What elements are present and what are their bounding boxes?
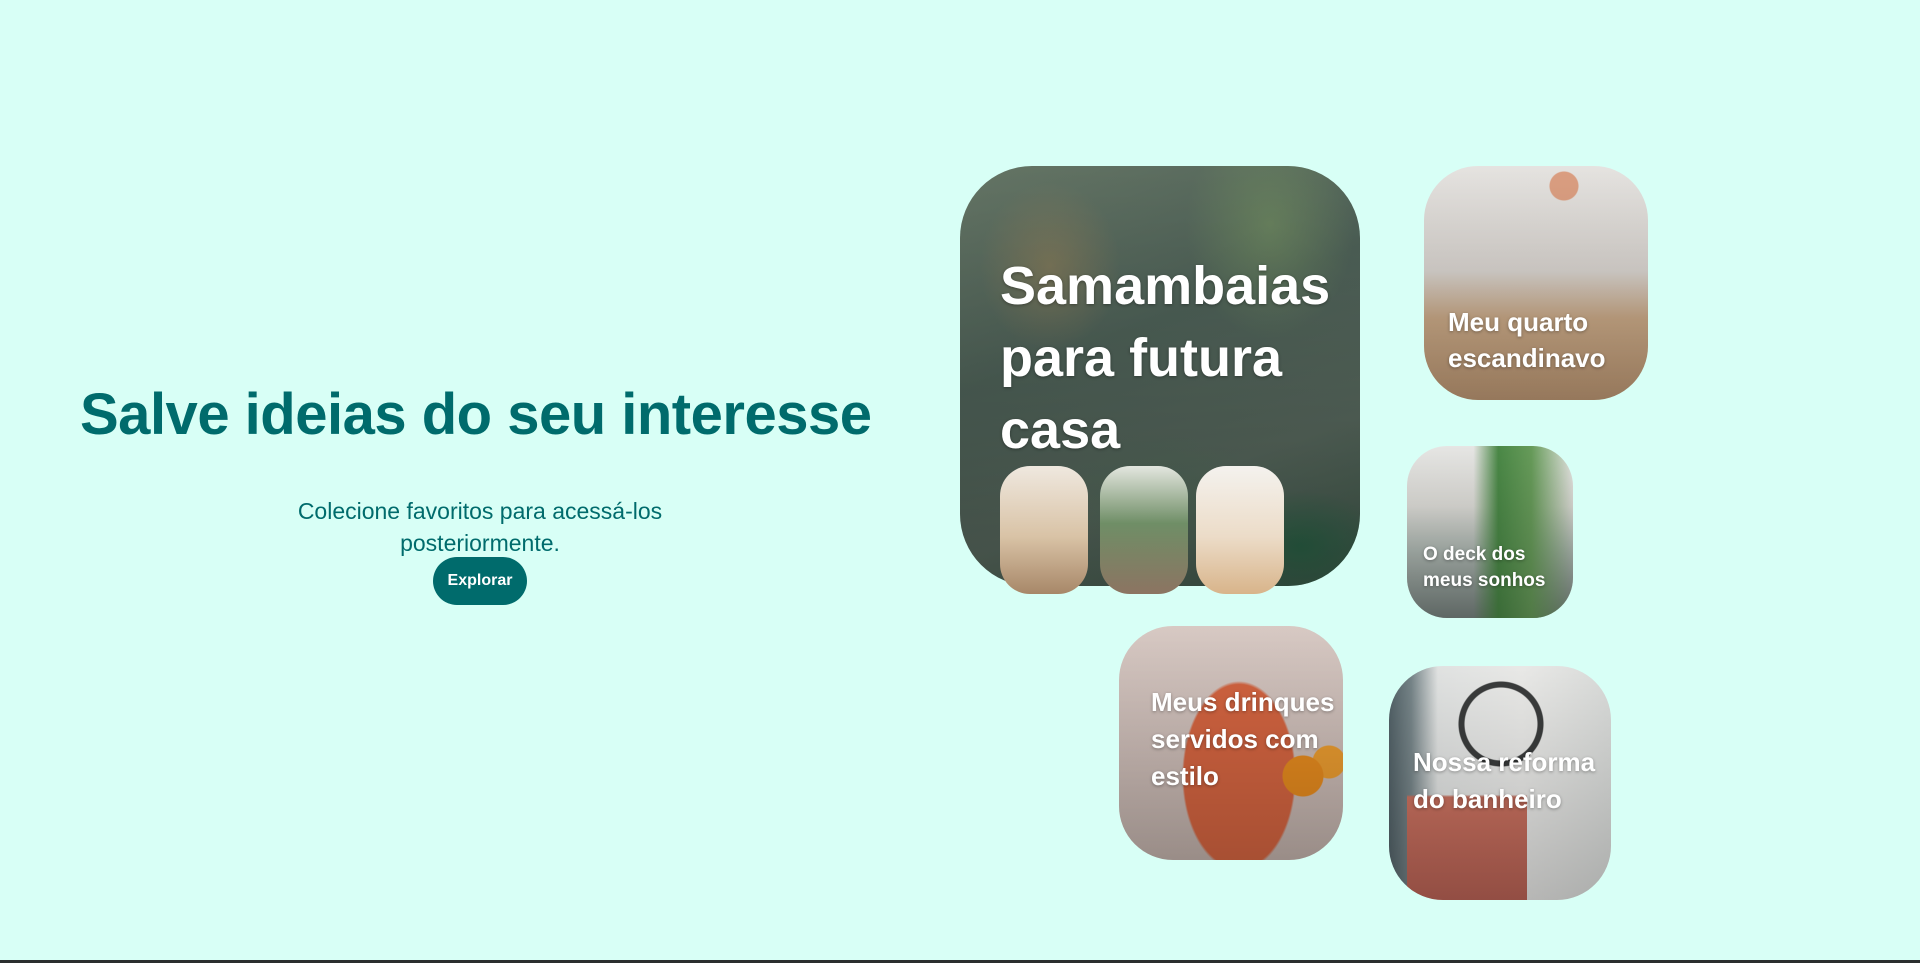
board-thumbnail-image[interactable]: [1196, 466, 1284, 594]
board-title: O deck dos meus sonhos: [1423, 544, 1546, 591]
board-title: Meu quarto escandinavo: [1448, 307, 1606, 373]
board-card-deck[interactable]: O deck dos meus sonhos: [1407, 446, 1573, 618]
board-title: Meus drinques servidos com estilo: [1151, 687, 1335, 791]
board-title: Samambaias para futura casa: [1000, 256, 1331, 460]
board-title: Nossa reforma do banheiro: [1413, 747, 1596, 814]
board-card-bathroom[interactable]: Nossa reforma do banheiro: [1389, 666, 1611, 900]
explore-button[interactable]: Explorar: [433, 557, 527, 605]
hero-title: Salve ideias do seu interesse: [80, 382, 872, 447]
hero-subtitle: Colecione favoritos para acessá-los post…: [297, 498, 663, 556]
board-card-drinks[interactable]: Meus drinques servidos com estilo: [1119, 626, 1343, 860]
board-thumbnail-image[interactable]: [1100, 466, 1188, 594]
board-thumbnail-image[interactable]: [1000, 466, 1088, 594]
board-card-bedroom[interactable]: Meu quarto escandinavo: [1424, 166, 1648, 400]
